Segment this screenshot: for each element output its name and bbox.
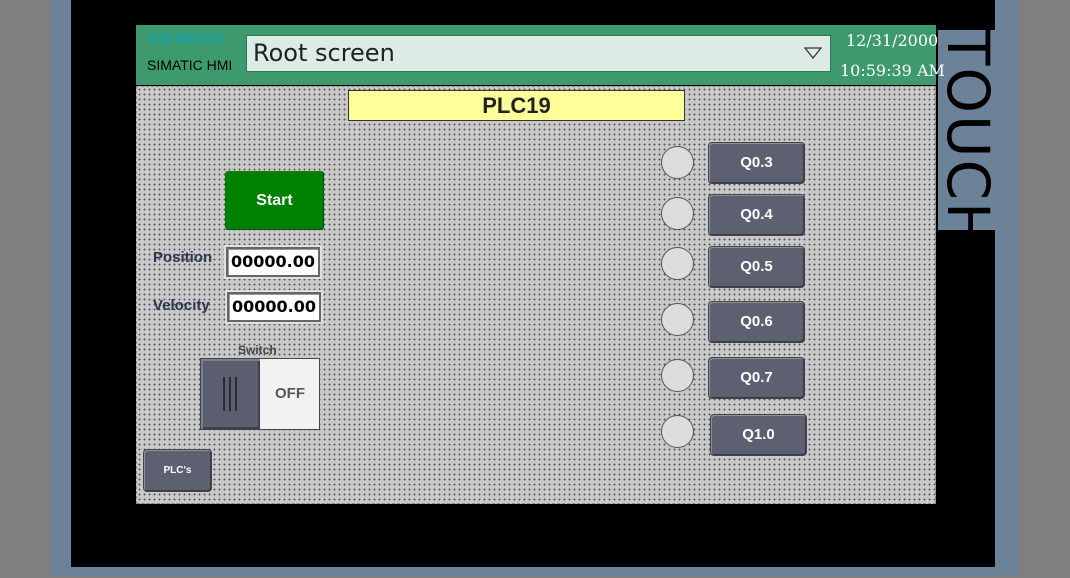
indicator-lamp-q0-3 — [661, 146, 694, 179]
switch-toggle[interactable]: OFF — [200, 358, 320, 430]
screen-select-value: Root screen — [253, 39, 395, 67]
screen-select-dropdown[interactable]: Root screen — [246, 35, 831, 72]
switch-state: OFF — [275, 385, 305, 402]
indicator-lamp-q1-0 — [661, 415, 694, 448]
output-button-q0-6[interactable]: Q0.6 — [709, 302, 804, 342]
start-button[interactable]: Start — [225, 171, 324, 230]
output-button-q0-3[interactable]: Q0.3 — [709, 143, 804, 183]
indicator-lamp-q0-7 — [661, 359, 694, 392]
position-field[interactable]: 00000.00 — [226, 247, 320, 277]
date-display: 12/31/2000 — [846, 31, 939, 50]
indicator-lamp-q0-6 — [661, 303, 694, 336]
product-name: SIMATIC HMI — [147, 57, 233, 73]
touch-label-strip: TOUCH — [934, 30, 1002, 248]
velocity-field[interactable]: 00000.00 — [227, 292, 321, 322]
output-button-q0-7[interactable]: Q0.7 — [709, 358, 804, 398]
time-display: 10:59:39 AM — [840, 61, 945, 80]
output-button-q0-4[interactable]: Q0.4 — [709, 195, 804, 235]
plcs-button[interactable]: PLC's — [144, 450, 211, 491]
touch-label: TOUCH — [934, 30, 1002, 248]
page-title: PLC19 — [348, 90, 685, 121]
output-button-q0-5[interactable]: Q0.5 — [709, 247, 804, 287]
indicator-lamp-q0-5 — [661, 247, 694, 280]
grip-line — [223, 377, 225, 411]
grip-line — [229, 377, 231, 411]
indicator-lamp-q0-4 — [661, 197, 694, 230]
velocity-label: Velocity — [153, 297, 210, 314]
output-button-q1-0[interactable]: Q1.0 — [711, 415, 806, 455]
grip-line — [235, 377, 237, 411]
brand-logo: SIEMENS — [148, 31, 224, 48]
switch-knob[interactable] — [201, 359, 260, 429]
switch-label: Switch — [238, 343, 277, 357]
position-label: Position — [153, 249, 213, 266]
